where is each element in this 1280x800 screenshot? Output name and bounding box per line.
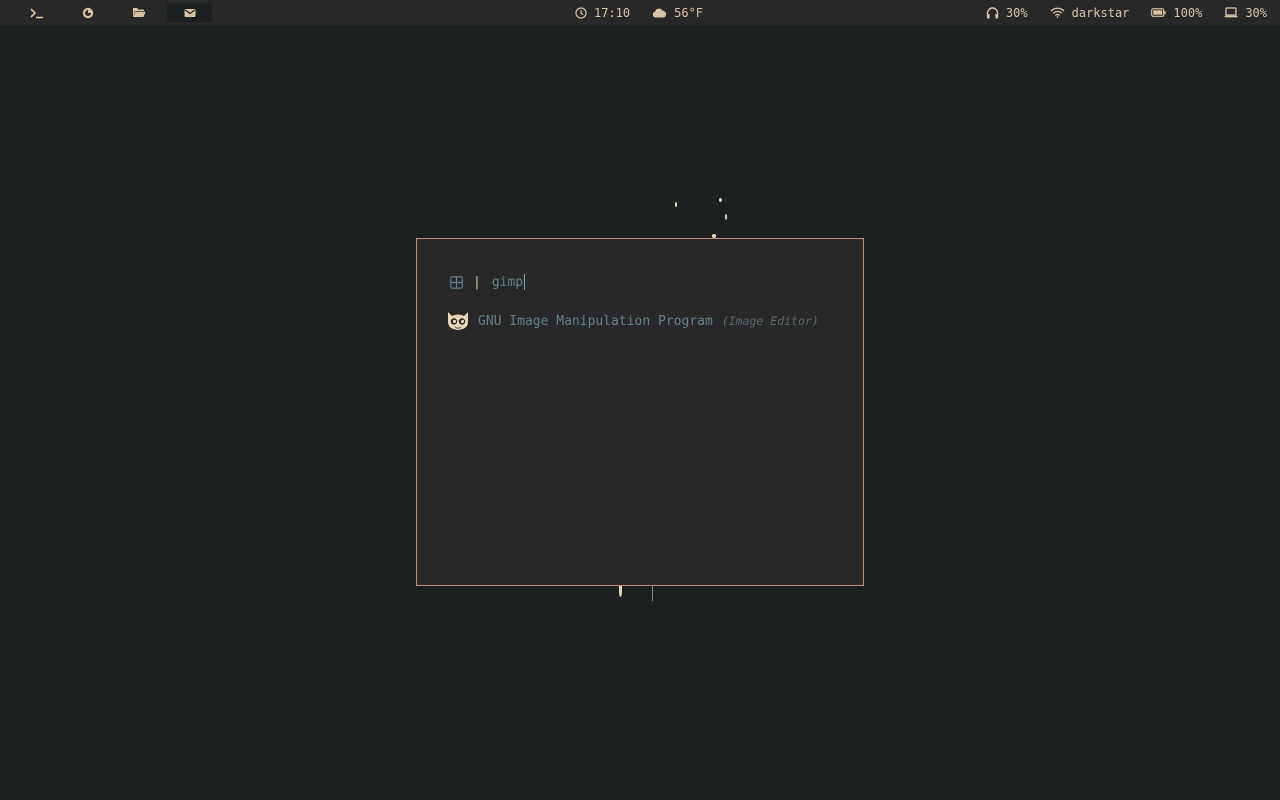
terminal-icon xyxy=(29,7,43,18)
battery-module[interactable]: 100% xyxy=(1151,6,1202,20)
brightness-value: 30% xyxy=(1245,5,1267,20)
clock-time: 17:10 xyxy=(594,5,631,20)
gimp-icon xyxy=(448,312,468,330)
headphones-icon xyxy=(986,6,999,18)
clock-module[interactable]: 17:10 xyxy=(575,6,630,20)
weather-module[interactable]: 56°F xyxy=(652,6,703,20)
app-launcher: | gimp GNU Image Manipulation Program (I… xyxy=(416,238,864,586)
mail-icon xyxy=(184,8,195,17)
result-app-name: GNU Image Manipulation Program xyxy=(478,313,713,329)
bar-center: 17:10 56°F xyxy=(575,0,703,25)
volume-value: 30% xyxy=(1005,5,1028,20)
folder-icon xyxy=(132,8,145,17)
result-item[interactable]: GNU Image Manipulation Program (Image Ed… xyxy=(446,309,819,333)
workspace-mail[interactable] xyxy=(167,3,212,22)
volume-module[interactable]: 30% xyxy=(986,6,1028,20)
bar-right: 30% darkstar 100% 30% xyxy=(986,0,1267,25)
workspace-list xyxy=(14,3,212,22)
battery-icon xyxy=(1151,8,1167,17)
network-ssid: darkstar xyxy=(1071,5,1130,20)
brightness-module[interactable]: 30% xyxy=(1224,6,1267,20)
laptop-icon xyxy=(1224,7,1238,18)
wallpaper-drip xyxy=(719,198,722,202)
wallpaper-drip xyxy=(675,202,677,207)
text-caret xyxy=(524,274,526,290)
workspace-files[interactable] xyxy=(116,3,161,22)
clock-icon xyxy=(575,6,587,19)
result-app-generic: (Image Editor) xyxy=(721,314,819,328)
grid-icon xyxy=(450,275,463,289)
wallpaper-drip xyxy=(725,214,727,220)
weather-temp: 56°F xyxy=(674,5,704,20)
browser-icon xyxy=(82,7,93,18)
wallpaper-drip xyxy=(619,586,622,597)
launcher-prompt: | gimp xyxy=(450,272,526,292)
battery-value: 100% xyxy=(1173,5,1203,20)
wallpaper-drip xyxy=(652,586,653,601)
prompt-separator: | xyxy=(473,274,481,290)
cloud-icon xyxy=(652,8,667,17)
workspace-terminal[interactable] xyxy=(14,3,59,22)
top-bar: 17:10 56°F 30% darkstar 100% 30% xyxy=(0,0,1280,25)
search-input[interactable]: gimp xyxy=(492,275,523,290)
network-module[interactable]: darkstar xyxy=(1050,5,1130,20)
workspace-browser[interactable] xyxy=(65,3,110,22)
wifi-icon xyxy=(1050,7,1065,18)
